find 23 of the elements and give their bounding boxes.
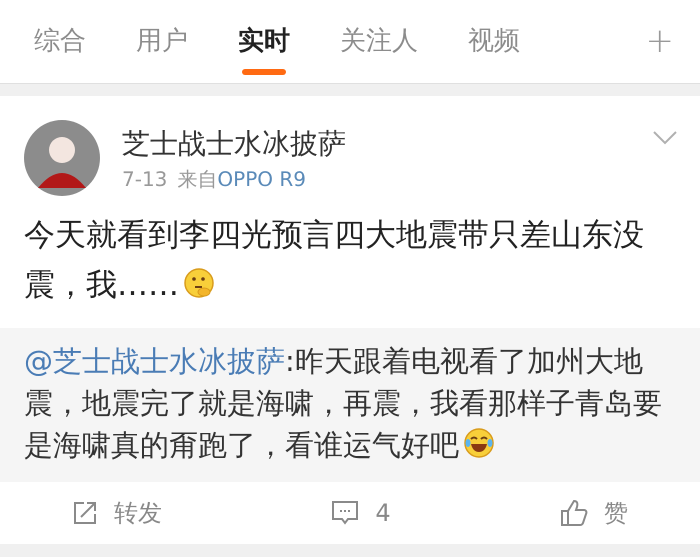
comment-icon xyxy=(331,500,360,526)
source-label: 来自 xyxy=(177,166,218,193)
share-icon xyxy=(72,500,98,526)
thinking-face-icon xyxy=(183,267,215,299)
action-button[interactable]: 赞 xyxy=(560,495,628,531)
active-tab-indicator xyxy=(242,69,286,75)
tab[interactable]: 关注人 xyxy=(340,0,418,83)
quoted-text: @芝士战士水冰披萨:昨天跟着电视看了加州大地震，地震完了就是海啸，再震，我看那样子青岛要是海啸真的甭跑了，看谁运气好吧 xyxy=(24,343,663,464)
thumbs-up-icon xyxy=(560,499,588,527)
tab[interactable]: 综合 xyxy=(34,0,86,83)
tab[interactable]: 用户 xyxy=(136,0,188,83)
action-button[interactable]: 转发 xyxy=(72,495,162,531)
author-name[interactable]: 芝士战士水冰披萨 xyxy=(122,126,630,162)
post-text: 今天就看到李四光预言四大地震带只差山东没震，我…… xyxy=(24,216,645,305)
mention-link[interactable]: @芝士战士水冰披萨 xyxy=(24,344,285,378)
tab[interactable]: 视频 xyxy=(468,0,520,83)
source-device[interactable]: OPPO R9 xyxy=(217,164,306,194)
post-date: 7-13 xyxy=(122,166,168,193)
action-button[interactable]: 4 xyxy=(331,495,391,531)
laughing-face-icon xyxy=(463,427,495,459)
add-tab-button[interactable]: + xyxy=(646,16,700,67)
tab[interactable]: 实时 xyxy=(238,0,290,83)
chevron-down-icon[interactable] xyxy=(652,130,678,146)
